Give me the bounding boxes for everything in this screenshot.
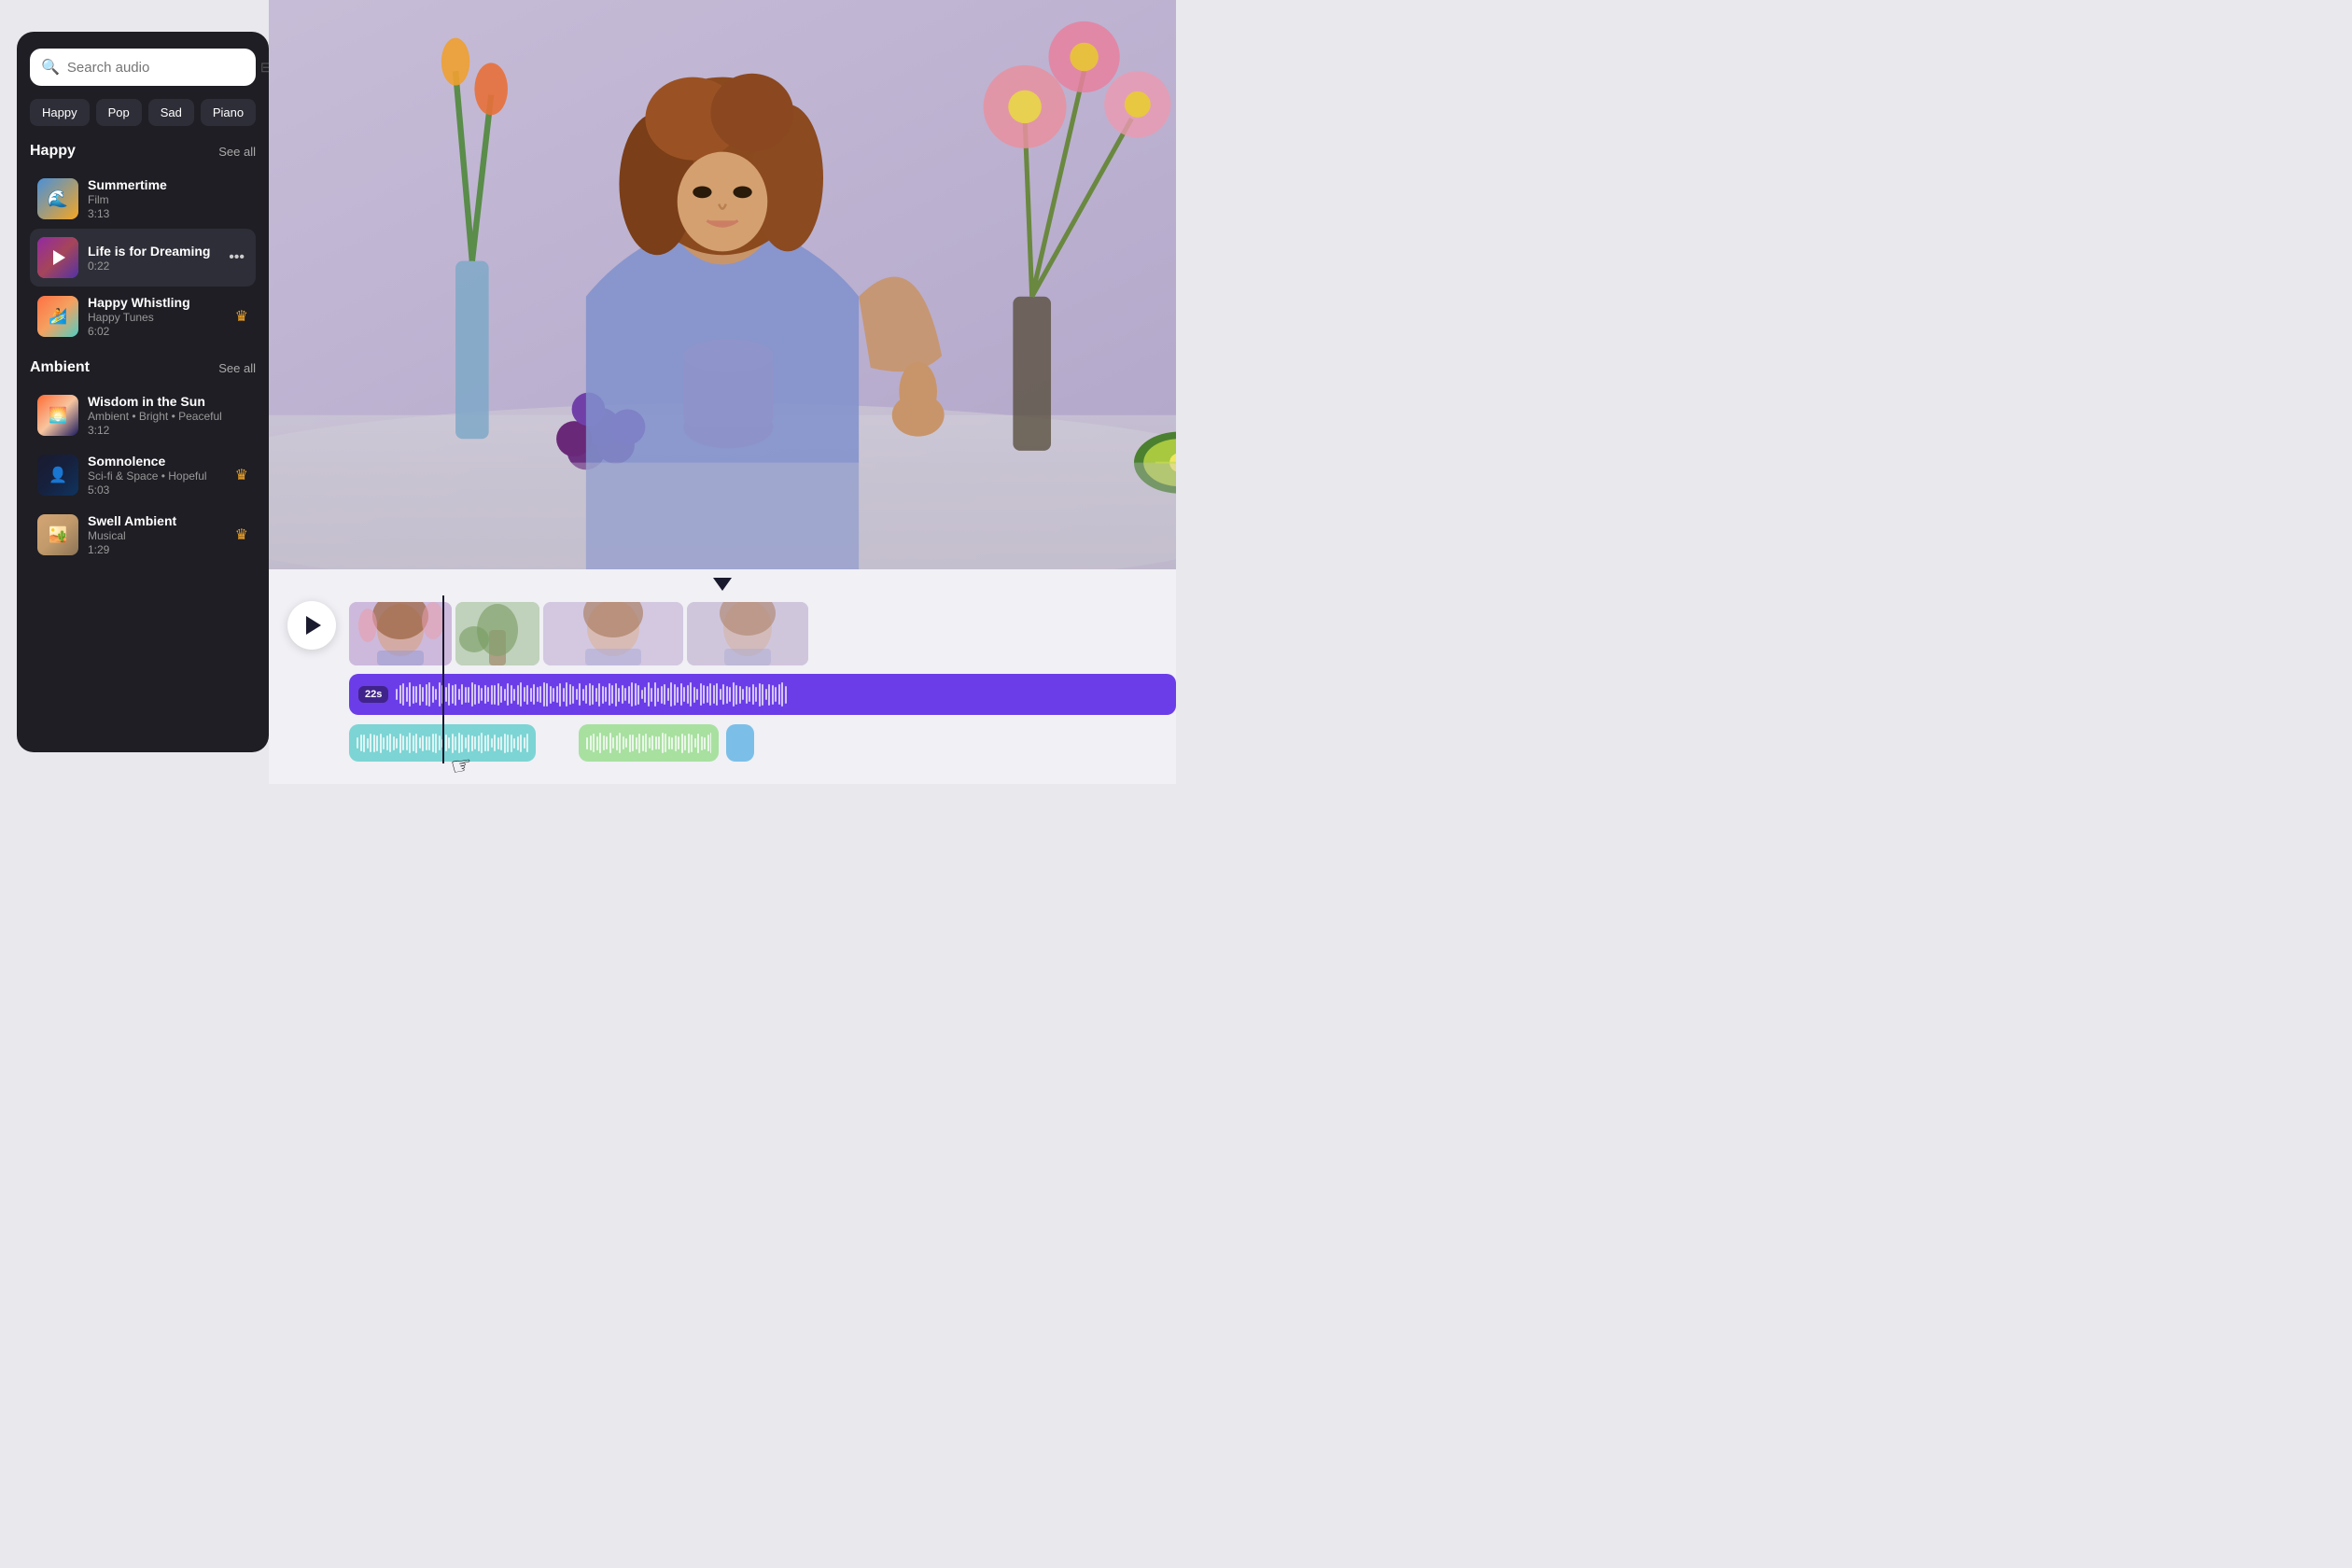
- play-overlay-dreaming: [37, 237, 78, 278]
- chip-piano[interactable]: Piano: [201, 99, 256, 126]
- track-sub-swell: Musical: [88, 529, 226, 542]
- track-name-dreaming: Life is for Dreaming: [88, 244, 216, 259]
- play-button[interactable]: [287, 601, 336, 650]
- track-whistling[interactable]: 🏄 Happy Whistling Happy Tunes 6:02 ♛: [30, 287, 256, 346]
- track-thumb-summertime: 🌊: [37, 178, 78, 219]
- track-duration-somnolence: 5:03: [88, 483, 226, 497]
- chip-pop[interactable]: Pop: [96, 99, 142, 126]
- section-happy-header: Happy See all: [30, 143, 256, 160]
- chip-happy[interactable]: Happy: [30, 99, 90, 126]
- search-icon: 🔍: [41, 58, 60, 77]
- clip-3[interactable]: [543, 602, 683, 665]
- audio-track-blue-sm[interactable]: [726, 724, 754, 762]
- section-ambient-title: Ambient: [30, 359, 90, 376]
- scrubber-marker: [713, 578, 732, 591]
- section-ambient-header: Ambient See all: [30, 359, 256, 376]
- track-wisdom[interactable]: 🌅 Wisdom in the Sun Ambient • Bright • P…: [30, 385, 256, 445]
- see-all-ambient[interactable]: See all: [218, 361, 256, 375]
- clip-4[interactable]: [687, 602, 808, 665]
- track-thumb-whistling: 🏄: [37, 296, 78, 337]
- track-duration-summertime: 3:13: [88, 207, 248, 220]
- play-btn-icon: [306, 616, 321, 635]
- track-info-swell: Swell Ambient Musical 1:29: [88, 513, 226, 556]
- track-name-whistling: Happy Whistling: [88, 295, 226, 310]
- track-name-swell: Swell Ambient: [88, 513, 226, 528]
- track-thumb-swell: 🏜️: [37, 514, 78, 555]
- playhead: [442, 595, 444, 763]
- track-duration-wisdom: 3:12: [88, 424, 248, 437]
- track-thumb-somnolence: 👤: [37, 455, 78, 496]
- track-thumb-dreaming: [37, 237, 78, 278]
- play-triangle-dreaming: [53, 250, 65, 265]
- track-thumb-wisdom: 🌅: [37, 395, 78, 436]
- track-summertime[interactable]: 🌊 Summertime Film 3:13: [30, 169, 256, 229]
- search-bar[interactable]: 🔍 ⊟: [30, 49, 256, 86]
- track-name-summertime: Summertime: [88, 177, 248, 192]
- right-panel: 22s ☞: [269, 0, 1176, 784]
- track-duration-swell: 1:29: [88, 543, 226, 556]
- tracks-timeline: 22s: [349, 595, 1176, 763]
- audio-track-purple[interactable]: 22s: [349, 674, 1176, 715]
- timeline-area: 22s ☞: [269, 569, 1176, 784]
- track-name-somnolence: Somnolence: [88, 454, 226, 469]
- waveform-purple: [396, 681, 1167, 707]
- track-duration-whistling: 6:02: [88, 325, 226, 338]
- crown-swell: ♛: [235, 525, 248, 544]
- track-sub-somnolence: Sci-fi & Space • Hopeful: [88, 469, 226, 483]
- see-all-happy[interactable]: See all: [218, 145, 256, 159]
- audio-badge: 22s: [358, 686, 388, 703]
- track-sub-whistling: Happy Tunes: [88, 311, 226, 324]
- track-swell[interactable]: 🏜️ Swell Ambient Musical 1:29 ♛: [30, 505, 256, 565]
- audio-panel: 🔍 ⊟ Happy Pop Sad Piano Jazz Bi› Happy S…: [17, 32, 269, 752]
- timeline-content: 22s: [269, 595, 1176, 784]
- track-sub-summertime: Film: [88, 193, 248, 206]
- track-more-dreaming[interactable]: •••: [225, 245, 248, 270]
- secondary-tracks: [349, 722, 1176, 763]
- waveform-green: [586, 732, 711, 754]
- track-info-summertime: Summertime Film 3:13: [88, 177, 248, 220]
- audio-track-green[interactable]: [579, 724, 719, 762]
- track-info-somnolence: Somnolence Sci-fi & Space • Hopeful 5:03: [88, 454, 226, 497]
- genre-chips: Happy Pop Sad Piano Jazz Bi›: [30, 99, 256, 126]
- chip-sad[interactable]: Sad: [148, 99, 194, 126]
- track-info-wisdom: Wisdom in the Sun Ambient • Bright • Pea…: [88, 394, 248, 437]
- track-info-dreaming: Life is for Dreaming 0:22: [88, 244, 216, 273]
- photo-scene: [269, 0, 1176, 569]
- search-input[interactable]: [67, 60, 253, 76]
- video-preview: [269, 0, 1176, 569]
- section-happy-title: Happy: [30, 143, 76, 160]
- timeline-scrubber[interactable]: [269, 569, 1176, 595]
- track-name-wisdom: Wisdom in the Sun: [88, 394, 248, 409]
- clips-row: [349, 601, 1176, 666]
- track-dreaming[interactable]: Life is for Dreaming 0:22 •••: [30, 229, 256, 287]
- track-duration-dreaming: 0:22: [88, 259, 216, 273]
- crown-somnolence: ♛: [235, 466, 248, 484]
- filter-icon[interactable]: ⊟: [260, 59, 269, 76]
- clip-2[interactable]: [455, 602, 539, 665]
- clip-1[interactable]: [349, 602, 452, 665]
- crown-whistling: ♛: [235, 307, 248, 326]
- track-sub-wisdom: Ambient • Bright • Peaceful: [88, 410, 248, 423]
- track-somnolence[interactable]: 👤 Somnolence Sci-fi & Space • Hopeful 5:…: [30, 445, 256, 505]
- track-info-whistling: Happy Whistling Happy Tunes 6:02: [88, 295, 226, 338]
